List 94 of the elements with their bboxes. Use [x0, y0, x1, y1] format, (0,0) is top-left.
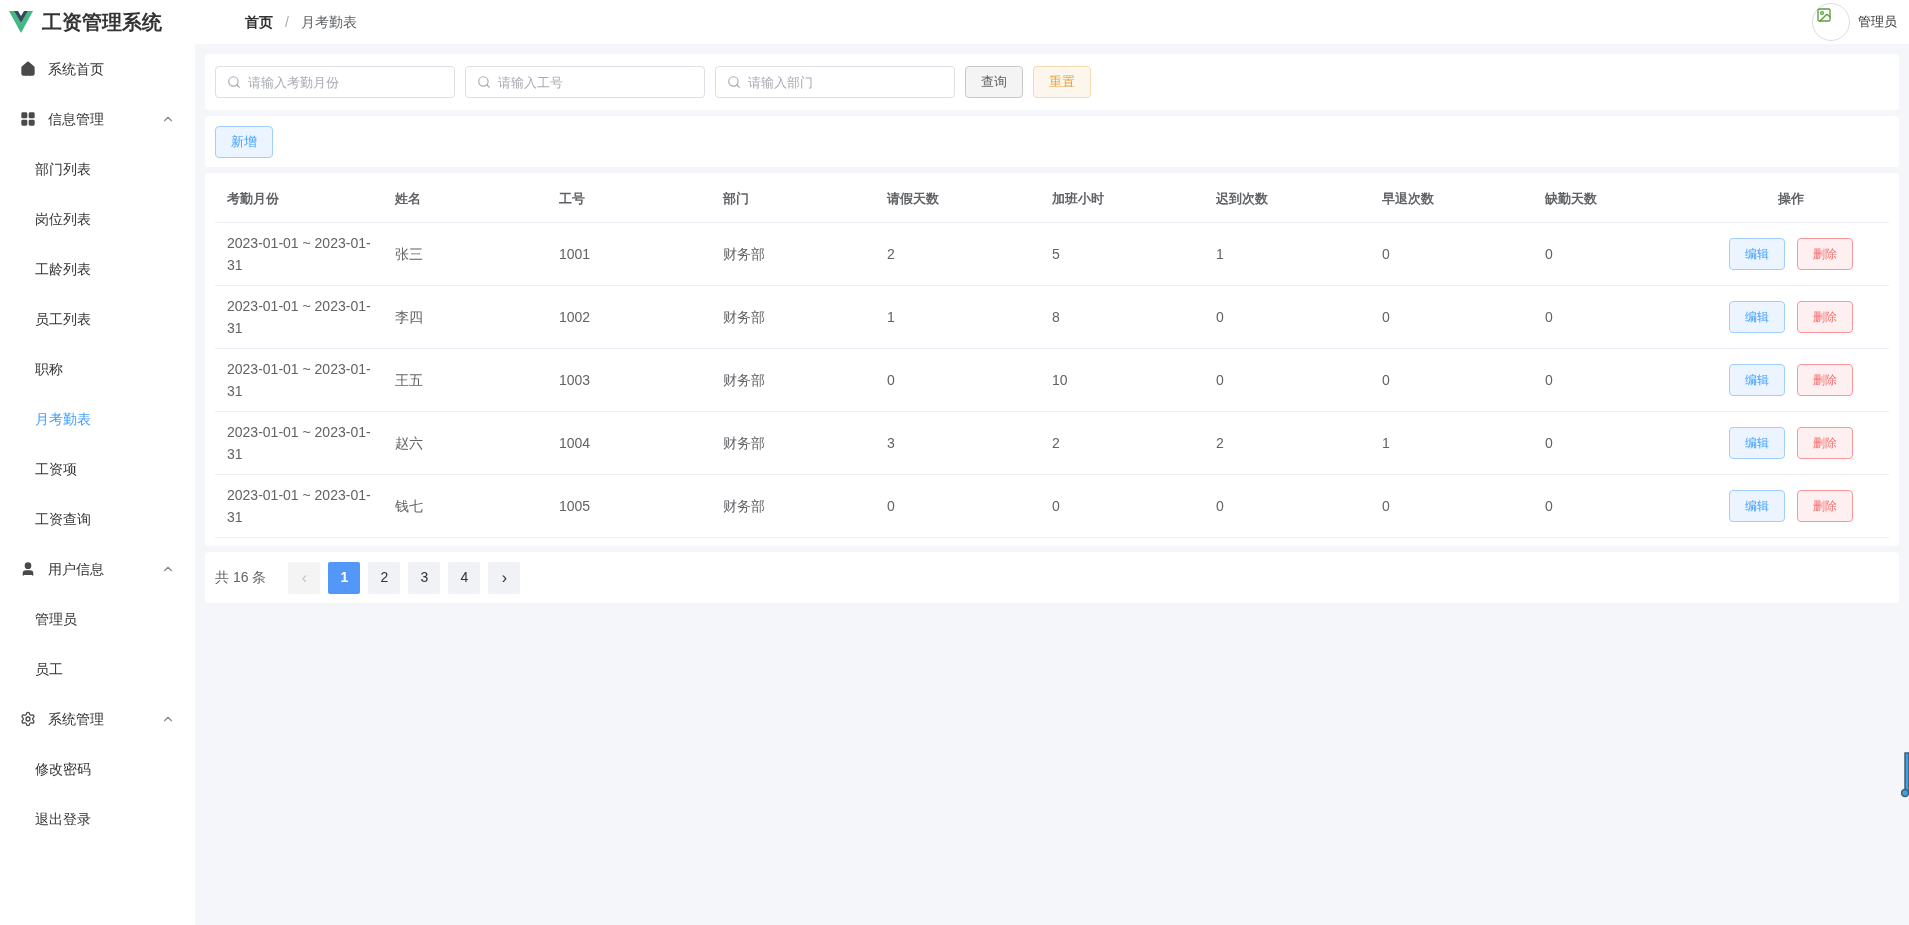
menu-group[interactable]: 用户信息 [0, 544, 195, 594]
table-cell-text: 5 [1051, 244, 1061, 264]
table-cell-text: 2023-01-01 ~ 2023-01-31 [226, 234, 372, 275]
table-cell-text: 财务部 [722, 307, 766, 327]
search-icon [227, 75, 241, 89]
table-cell-text: 1004 [558, 433, 592, 453]
table-cell-text: 0 [1381, 307, 1391, 327]
settings-icon [20, 711, 36, 727]
page-button[interactable]: 2 [368, 561, 401, 594]
table-cell-text: 8 [1051, 307, 1061, 327]
table-cell-text: 0 [1215, 307, 1225, 327]
breadcrumb-separator: / [285, 12, 289, 32]
thermometer-icon [1901, 752, 1909, 798]
table-cell-text: 财务部 [722, 370, 766, 390]
column-header: 加班小时 [1051, 189, 1105, 208]
query-button[interactable]: 查询 [965, 66, 1023, 98]
app-title: 工资管理系统 [42, 10, 162, 35]
table-cell-text: 2023-01-01 ~ 2023-01-31 [226, 486, 372, 527]
menu-item[interactable]: 岗位列表 [0, 194, 195, 244]
table-cell-text: 1005 [558, 496, 592, 516]
menu-group[interactable]: 系统管理 [0, 694, 195, 744]
image-icon [1816, 7, 1832, 23]
table-cell-text: 1 [886, 307, 896, 327]
menu-item[interactable]: 员工列表 [0, 294, 195, 344]
column-header: 缺勤天数 [1544, 189, 1598, 208]
table-cell-text: 0 [1381, 370, 1391, 390]
table-cell-text: 0 [1544, 433, 1554, 453]
column-header: 部门 [722, 189, 750, 208]
menu-item[interactable]: 管理员 [0, 594, 195, 644]
search-icon [477, 75, 491, 89]
table-cell-text: 1 [1215, 244, 1225, 264]
menu-group[interactable]: 信息管理 [0, 94, 195, 144]
table-cell-text: 1003 [558, 370, 592, 390]
table-cell-text: 0 [1544, 244, 1554, 264]
v-logo-icon [8, 9, 34, 35]
table-cell-text: 0 [886, 370, 896, 390]
table-cell-text: 李四 [394, 307, 424, 327]
page-button[interactable]: 3 [408, 561, 441, 594]
search-field[interactable]: 请输入工号 [465, 66, 705, 98]
table-cell-text: 0 [1544, 496, 1554, 516]
table-cell-text: 1001 [558, 244, 592, 264]
page-button[interactable]: 4 [448, 561, 481, 594]
next-page-button[interactable]: › [488, 561, 521, 594]
search-field[interactable]: 请输入考勤月份 [215, 66, 455, 98]
menu-item[interactable]: 工龄列表 [0, 244, 195, 294]
table-cell-text: 0 [1381, 496, 1391, 516]
column-header: 操作 [1777, 189, 1805, 208]
table-cell-text: 赵六 [394, 433, 424, 453]
column-header: 早退次数 [1381, 189, 1435, 208]
search-icon [727, 75, 741, 89]
table-cell-text: 0 [1215, 370, 1225, 390]
menu-item[interactable]: 员工 [0, 644, 195, 694]
table-cell-text: 10 [1051, 370, 1069, 390]
table-cell-text: 2023-01-01 ~ 2023-01-31 [226, 360, 372, 401]
table-cell-text: 2 [886, 244, 896, 264]
column-header: 迟到次数 [1215, 189, 1269, 208]
table-cell-text: 财务部 [722, 433, 766, 453]
user-name[interactable]: 管理员 [1858, 12, 1897, 32]
table-cell-text: 2023-01-01 ~ 2023-01-31 [226, 297, 372, 338]
column-header: 工号 [558, 189, 586, 208]
table-cell-text: 0 [1215, 496, 1225, 516]
table-cell-text: 2 [1051, 433, 1061, 453]
menu-item[interactable]: 职称 [0, 344, 195, 394]
table-cell-text: 1 [1381, 433, 1391, 453]
menu-item[interactable]: 部门列表 [0, 144, 195, 194]
menu-item[interactable]: 修改密码 [0, 744, 195, 794]
table-cell-text: 0 [1544, 307, 1554, 327]
table-cell-text: 王五 [394, 370, 424, 390]
menu-item[interactable]: 退出登录 [0, 794, 195, 844]
column-header: 姓名 [394, 189, 422, 208]
user-icon [20, 561, 36, 577]
table-cell-text: 财务部 [722, 244, 766, 264]
column-header: 考勤月份 [226, 189, 280, 208]
breadcrumb-item: 月考勤表 [300, 12, 357, 32]
table-cell-text: 2 [1215, 433, 1225, 453]
table-cell-text: 1002 [558, 307, 592, 327]
menu-item[interactable]: 工资查询 [0, 494, 195, 544]
table-cell-text: 张三 [394, 244, 424, 264]
table-cell-text: 0 [1544, 370, 1554, 390]
table-cell-text: 财务部 [722, 496, 766, 516]
table-cell-text: 0 [1381, 244, 1391, 264]
breadcrumb-item[interactable]: 首页 [245, 11, 273, 33]
grid-icon [20, 111, 36, 127]
menu-item[interactable]: 工资项 [0, 444, 195, 494]
table-cell-text: 2023-01-01 ~ 2023-01-31 [226, 423, 372, 464]
table-cell-text: 3 [886, 433, 896, 453]
table-cell-text: 0 [886, 496, 896, 516]
table-cell-text: 钱七 [394, 496, 424, 516]
home-icon [20, 61, 36, 77]
column-header: 请假天数 [885, 189, 940, 208]
table-cell-text: 0 [1051, 496, 1061, 516]
menu-item[interactable]: 系统首页 [0, 44, 195, 94]
total-count: 共 16 条 [215, 568, 267, 587]
search-field[interactable]: 请输入部门 [715, 66, 955, 98]
